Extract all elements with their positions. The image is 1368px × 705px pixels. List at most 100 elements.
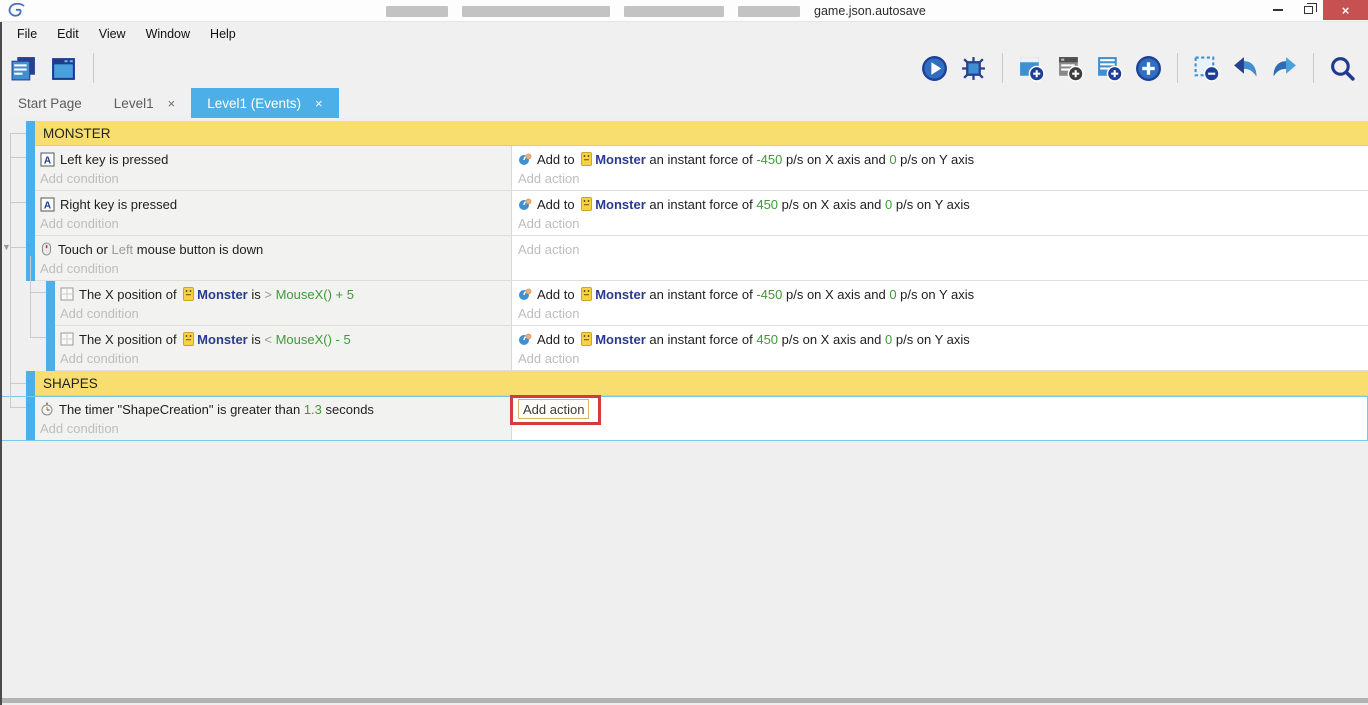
event-row-left-key[interactable]: A Left key is pressed Add condition Add … — [0, 146, 1368, 191]
add-more-icon[interactable] — [1135, 55, 1162, 82]
tab-label: Start Page — [18, 95, 82, 111]
add-action-link[interactable]: Add action — [518, 169, 1368, 188]
condition-text: is — [247, 286, 265, 302]
condition-text: Left key is pressed — [60, 151, 169, 167]
close-tab-icon[interactable]: × — [315, 96, 323, 111]
monster-object-icon — [581, 287, 593, 301]
expression-value: 1.3 — [303, 401, 322, 417]
minimize-icon — [1273, 9, 1283, 11]
add-comment-icon[interactable] — [1057, 55, 1084, 82]
group-label: MONSTER — [35, 121, 1368, 146]
expression-value: 0 — [889, 151, 897, 167]
event-indent-bar — [26, 396, 35, 441]
action-text: an instant force of — [645, 151, 757, 167]
condition-text: is — [247, 331, 265, 347]
object-name: Monster — [197, 286, 248, 302]
redo-icon[interactable] — [1271, 55, 1298, 82]
expression-value: 0 — [885, 331, 893, 347]
add-condition-link[interactable]: Add condition — [40, 419, 511, 438]
add-subevent-icon[interactable] — [1096, 55, 1123, 82]
redacted-text — [624, 5, 724, 17]
add-condition-link[interactable]: Add condition — [60, 304, 511, 323]
object-name: Monster — [595, 286, 646, 302]
add-condition-link[interactable]: Add condition — [60, 349, 511, 368]
event-group-shapes[interactable]: SHAPES — [0, 371, 1368, 396]
mouse-icon — [40, 242, 53, 256]
event-actions[interactable]: Add to Monster an instant force of 450 p… — [512, 326, 1368, 371]
condition-text: seconds — [321, 401, 374, 417]
parameter-text: Left — [111, 241, 134, 257]
toggle-event-icon[interactable] — [1193, 55, 1220, 82]
undo-icon[interactable] — [1232, 55, 1259, 82]
event-conditions[interactable]: A Left key is pressed Add condition — [35, 146, 512, 191]
menu-view[interactable]: View — [89, 27, 136, 41]
expression-value: 0 — [889, 286, 897, 302]
add-event-icon[interactable] — [1018, 55, 1045, 82]
action-text: an instant force of — [645, 331, 757, 347]
window-title: game.json.autosave — [386, 4, 926, 18]
horizontal-scrollbar[interactable] — [2, 698, 1368, 703]
event-conditions[interactable]: The timer "ShapeCreation" is greater tha… — [35, 396, 512, 441]
event-actions[interactable]: Add action — [512, 236, 1368, 281]
expression-value: -450 — [756, 286, 783, 302]
add-action-link[interactable]: Add action — [518, 214, 1368, 233]
collapse-arrow-icon[interactable]: ▼ — [2, 243, 11, 252]
close-tab-icon[interactable]: × — [168, 96, 176, 111]
add-action-link[interactable]: Add action — [518, 304, 1368, 323]
force-icon — [518, 152, 532, 166]
tab-start-page[interactable]: Start Page — [2, 88, 98, 118]
event-row-xpos-less[interactable]: The X position of Monster is < MouseX() … — [0, 326, 1368, 371]
menu-edit[interactable]: Edit — [47, 27, 89, 41]
preview-play-icon[interactable] — [921, 55, 948, 82]
gdevelop-logo-icon — [8, 2, 26, 18]
force-icon — [518, 332, 532, 346]
tab-level1[interactable]: Level1 × — [98, 88, 191, 118]
timer-icon — [40, 402, 54, 416]
action-text: p/s on X axis and — [782, 286, 890, 302]
toolbar-divider — [1177, 53, 1178, 83]
event-row-mouse-down[interactable]: Touch or Left mouse button is down Add c… — [0, 236, 1368, 281]
action-text: p/s on Y axis — [896, 286, 975, 302]
event-conditions[interactable]: Touch or Left mouse button is down Add c… — [35, 236, 512, 281]
condition-text: The timer "ShapeCreation" is greater tha… — [59, 401, 304, 417]
event-row-timer[interactable]: The timer "ShapeCreation" is greater tha… — [0, 396, 1368, 441]
debug-icon[interactable] — [960, 55, 987, 82]
object-name: Monster — [595, 151, 646, 167]
minimize-button[interactable] — [1263, 0, 1293, 20]
restore-button[interactable] — [1293, 0, 1323, 20]
menu-bar: File Edit View Window Help — [0, 23, 1368, 45]
scene-editor-icon[interactable] — [50, 55, 77, 82]
condition-text: Touch or — [58, 241, 112, 257]
event-actions[interactable]: Add to Monster an instant force of -450 … — [512, 281, 1368, 326]
event-actions[interactable]: Add to Monster an instant force of -450 … — [512, 146, 1368, 191]
add-condition-link[interactable]: Add condition — [40, 169, 511, 188]
event-conditions[interactable]: A Right key is pressed Add condition — [35, 191, 512, 236]
add-action-link[interactable]: Add action — [518, 349, 1368, 368]
project-export-icon[interactable] — [10, 55, 37, 82]
event-group-monster[interactable]: MONSTER — [0, 121, 1368, 146]
event-conditions[interactable]: The X position of Monster is < MouseX() … — [55, 326, 512, 371]
operator-text: > — [264, 286, 276, 302]
tab-level1-events[interactable]: Level1 (Events) × — [191, 88, 339, 118]
event-conditions[interactable]: The X position of Monster is > MouseX() … — [55, 281, 512, 326]
close-button[interactable]: × — [1323, 0, 1368, 20]
add-action-link-focused[interactable]: Add action — [518, 399, 590, 419]
title-bar: game.json.autosave × — [0, 0, 1368, 22]
operator-text: < — [264, 331, 276, 347]
event-row-right-key[interactable]: A Right key is pressed Add condition Add… — [0, 191, 1368, 236]
force-icon — [518, 287, 532, 301]
event-actions[interactable]: Add to Monster an instant force of 450 p… — [512, 191, 1368, 236]
menu-window[interactable]: Window — [136, 27, 200, 41]
event-row-xpos-greater[interactable]: The X position of Monster is > MouseX() … — [0, 281, 1368, 326]
toolbar-divider — [93, 53, 94, 83]
add-condition-link[interactable]: Add condition — [40, 214, 511, 233]
add-action-link[interactable]: Add action — [518, 239, 1368, 259]
menu-help[interactable]: Help — [200, 27, 246, 41]
event-gutter — [0, 191, 26, 236]
group-label: SHAPES — [35, 371, 1368, 396]
search-icon[interactable] — [1329, 55, 1356, 82]
add-condition-link[interactable]: Add condition — [40, 259, 511, 278]
event-indent-bar — [46, 326, 55, 371]
menu-file[interactable]: File — [7, 27, 47, 41]
event-actions[interactable]: Add action — [512, 396, 1368, 441]
